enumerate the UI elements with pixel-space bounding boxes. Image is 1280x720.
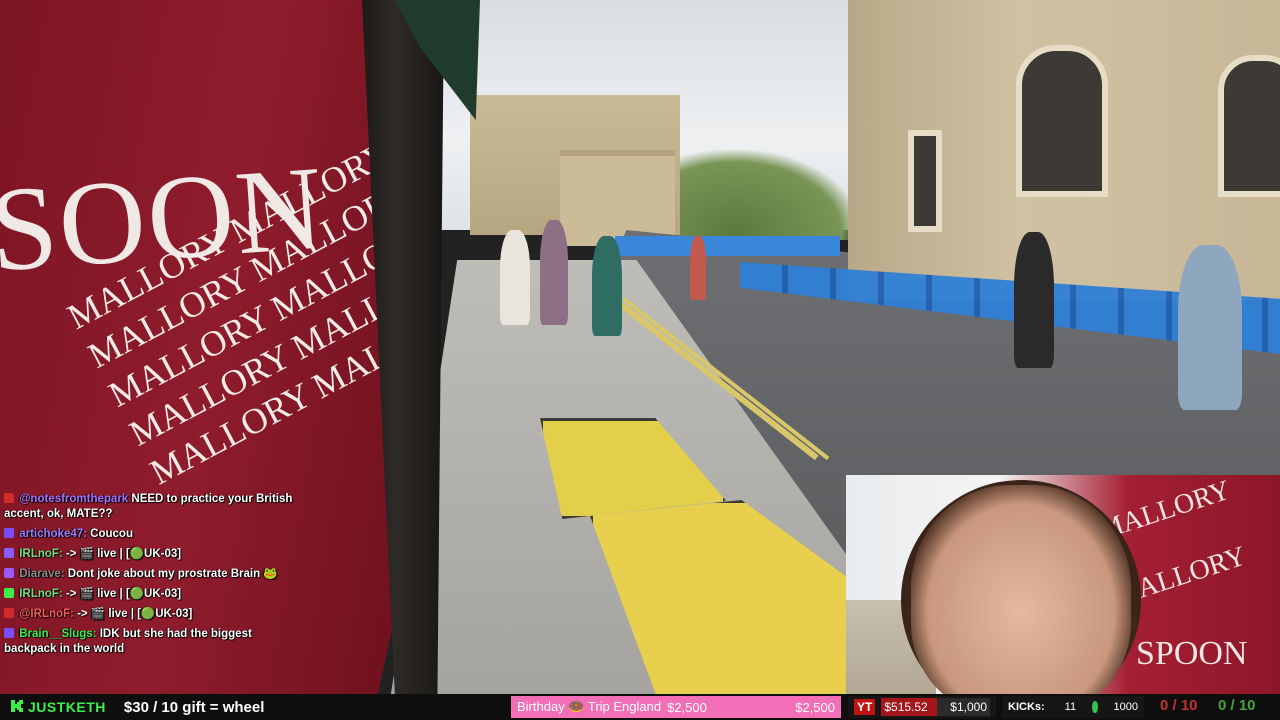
channel-logo[interactable]: JUSTKETH (10, 699, 106, 716)
chat-text: -> 🎬 live | [🟢UK-03] (65, 588, 182, 600)
goal-current: $2,500 (667, 699, 707, 715)
kicks-counter: KICKs: 11 1000 (1002, 696, 1144, 718)
gift-info: $30 / 10 gift = wheel (123, 698, 265, 716)
kicks-label: KICKs: (1008, 701, 1045, 713)
chat-username[interactable]: @notesfromthepark (19, 493, 128, 505)
chat-overlay: @notesfromthepark NEED to practice your … (4, 492, 304, 662)
kick-logo-icon (10, 699, 24, 716)
youtube-progress-bar: $515.52 $1,000 (881, 698, 990, 716)
chat-text: -> 🎬 live | [🟢UK-03] (65, 548, 182, 560)
channel-name: JUSTKETH (28, 699, 106, 715)
chat-text: -> 🎬 live | [🟢UK-03] (77, 608, 193, 620)
window (908, 130, 942, 232)
arched-window (1016, 45, 1108, 197)
chat-message: IRLnoF: -> 🎬 live | [🟢UK-03] (4, 547, 304, 562)
pedestrian (500, 230, 530, 325)
chat-message: Diarave: Dont joke about my prostrate Br… (4, 567, 304, 582)
chat-badge-icon (4, 568, 14, 578)
kicks-goal: 1000 (1113, 701, 1138, 713)
counter-green: 0 / 10 (1218, 697, 1256, 714)
chat-message: @IRLnoF: -> 🎬 live | [🟢UK-03] (4, 607, 304, 622)
chat-message: Brain__Slugs: IDK but she had the bigges… (4, 627, 304, 657)
pedestrian (592, 236, 622, 336)
goal-label: Birthday 🍩 Trip England (517, 699, 662, 714)
chat-badge-icon (4, 528, 14, 538)
goal-target: $2,500 (795, 699, 835, 715)
chat-badge-icon (4, 628, 14, 638)
stream-info-bar: JUSTKETH $30 / 10 gift = wheel Birthday … (0, 694, 1280, 720)
chat-username[interactable]: @IRLnoF: (19, 608, 74, 620)
youtube-label: YT (854, 699, 876, 715)
chat-badge-icon (4, 608, 14, 618)
chat-username[interactable]: Diarave: (19, 568, 64, 580)
youtube-target: $1,000 (950, 700, 987, 714)
pedestrian (1014, 232, 1054, 368)
arched-window (1218, 55, 1280, 197)
pedestrian (540, 220, 568, 325)
webcam-wall-text: SPOON (1136, 635, 1248, 672)
distant-building-lower (560, 150, 675, 246)
birthday-goal-bar: Birthday 🍩 Trip England $2,500 $2,500 (511, 696, 841, 718)
chat-message: IRLnoF: -> 🎬 live | [🟢UK-03] (4, 587, 304, 602)
streamer-webcam: MALLORY Y MALLORY SPOON (846, 475, 1280, 694)
pedestrian (690, 236, 706, 300)
kicks-value: 11 (1064, 701, 1077, 713)
chat-text: Dont joke about my prostrate Brain 🐸 (67, 568, 278, 580)
chat-text: Coucou (90, 528, 133, 540)
road-barrier (615, 236, 840, 256)
chat-username[interactable]: IRLnoF: (19, 548, 62, 560)
chat-badge-icon (4, 588, 14, 598)
chat-message: @notesfromthepark NEED to practice your … (4, 492, 304, 522)
chat-username[interactable]: Brain__Slugs: (19, 628, 96, 640)
kick-coin-icon (1092, 701, 1098, 713)
pedestrian (1178, 245, 1242, 410)
chat-username[interactable]: IRLnoF: (19, 588, 62, 600)
chat-message: artichoke47: Coucou (4, 527, 304, 542)
counter-red: 0 / 10 (1160, 697, 1198, 714)
streamer-face (911, 485, 1131, 694)
youtube-current: $515.52 (884, 700, 928, 714)
youtube-goal: YT $515.52 $1,000 (848, 696, 996, 718)
chat-username[interactable]: artichoke47: (19, 528, 87, 540)
chat-badge-icon (4, 493, 14, 503)
chat-badge-icon (4, 548, 14, 558)
